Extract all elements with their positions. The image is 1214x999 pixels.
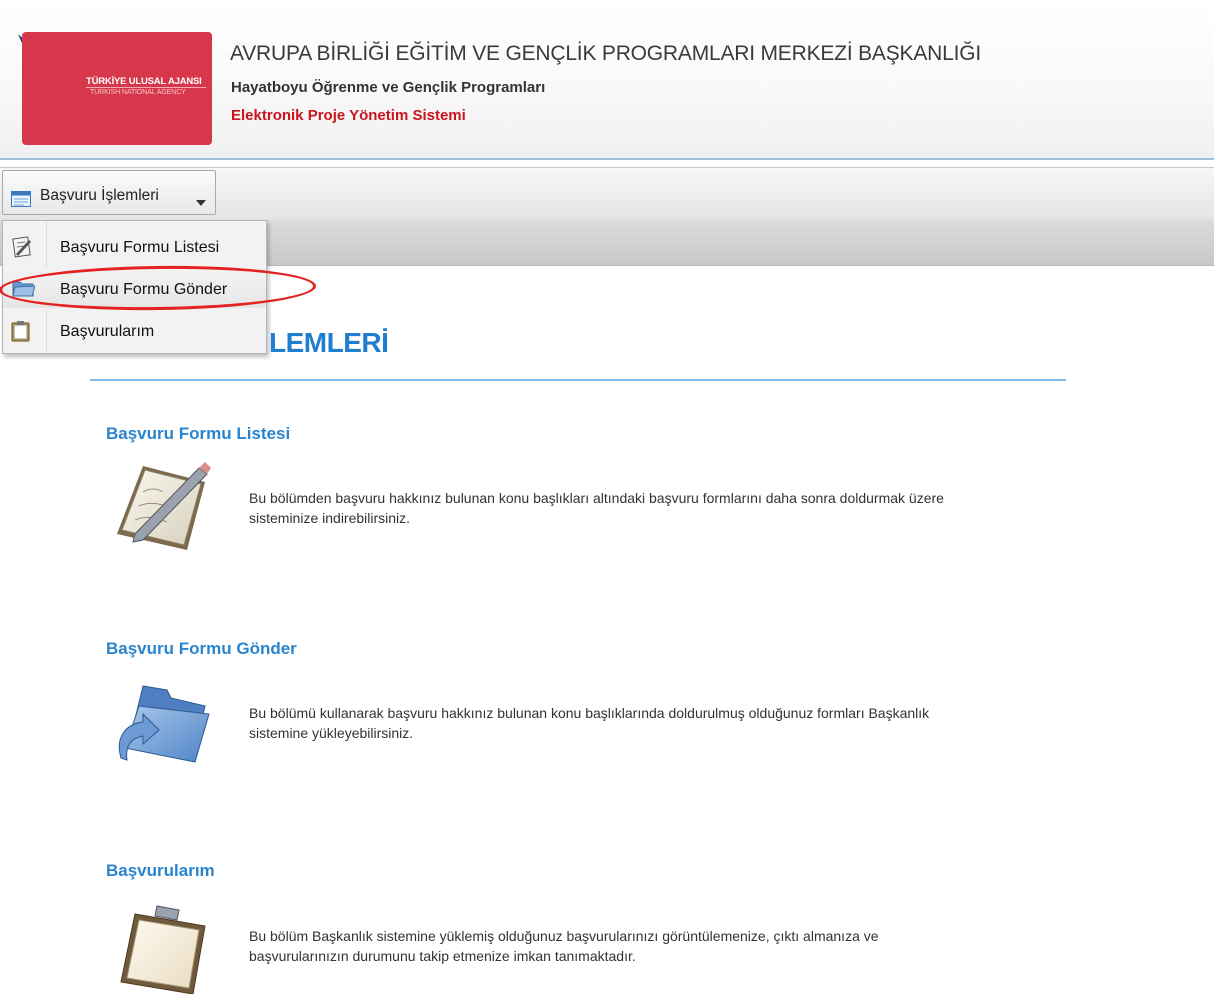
folder-upload-icon[interactable] <box>113 680 213 775</box>
agency-logo[interactable]: TÜRKİYE ULUSAL AJANSI TURKISH NATIONAL A… <box>10 32 212 145</box>
site-title: AVRUPA BİRLİĞİ EĞİTİM VE GENÇLİK PROGRAM… <box>230 42 981 65</box>
chevron-down-icon <box>196 193 206 211</box>
section-desc-send-form: Bu bölümü kullanarak başvuru hakkınız bu… <box>249 705 930 741</box>
edit-form-icon <box>11 236 33 263</box>
applications-menu-label: Başvuru İşlemleri <box>40 187 159 204</box>
section-title-send-form[interactable]: Başvuru Formu Gönder <box>106 639 297 659</box>
page-heading: LEMLERİ <box>269 327 389 358</box>
logo-divider <box>86 87 206 88</box>
logo-title: TÜRKİYE ULUSAL AJANSI <box>86 76 202 87</box>
menu-item-form-list[interactable]: Başvuru Formu Listesi <box>3 226 266 266</box>
section-desc-form-list: Bu bölümden başvuru hakkınız bulunan kon… <box>249 490 944 526</box>
menu-item-my-applications[interactable]: Başvurularım <box>3 310 266 350</box>
menu-item-form-list-label: Başvuru Formu Listesi <box>60 239 220 256</box>
section-desc-my-applications: Bu bölüm Başkanlık sistemine yüklemiş ol… <box>249 928 879 964</box>
section-title-form-list[interactable]: Başvuru Formu Listesi <box>106 424 290 444</box>
menu-item-my-applications-label: Başvurularım <box>60 323 155 340</box>
heading-divider <box>90 379 1066 381</box>
document-pencil-icon[interactable] <box>113 462 213 557</box>
section-title-my-applications[interactable]: Başvurularım <box>106 861 215 881</box>
clipboard-icon <box>11 320 31 347</box>
applications-menu-button[interactable]: Başvuru İşlemleri <box>2 170 216 215</box>
site-subtitle: Hayatboyu Öğrenme ve Gençlik Programları <box>231 79 546 96</box>
clipboard-icon[interactable] <box>113 904 213 999</box>
form-grid-icon <box>11 191 31 212</box>
header: TÜRKİYE ULUSAL AJANSI TURKISH NATIONAL A… <box>0 0 1214 160</box>
logo-subtitle: TURKISH NATIONAL AGENCY <box>90 89 186 96</box>
system-name: Elektronik Proje Yönetim Sistemi <box>231 107 466 124</box>
